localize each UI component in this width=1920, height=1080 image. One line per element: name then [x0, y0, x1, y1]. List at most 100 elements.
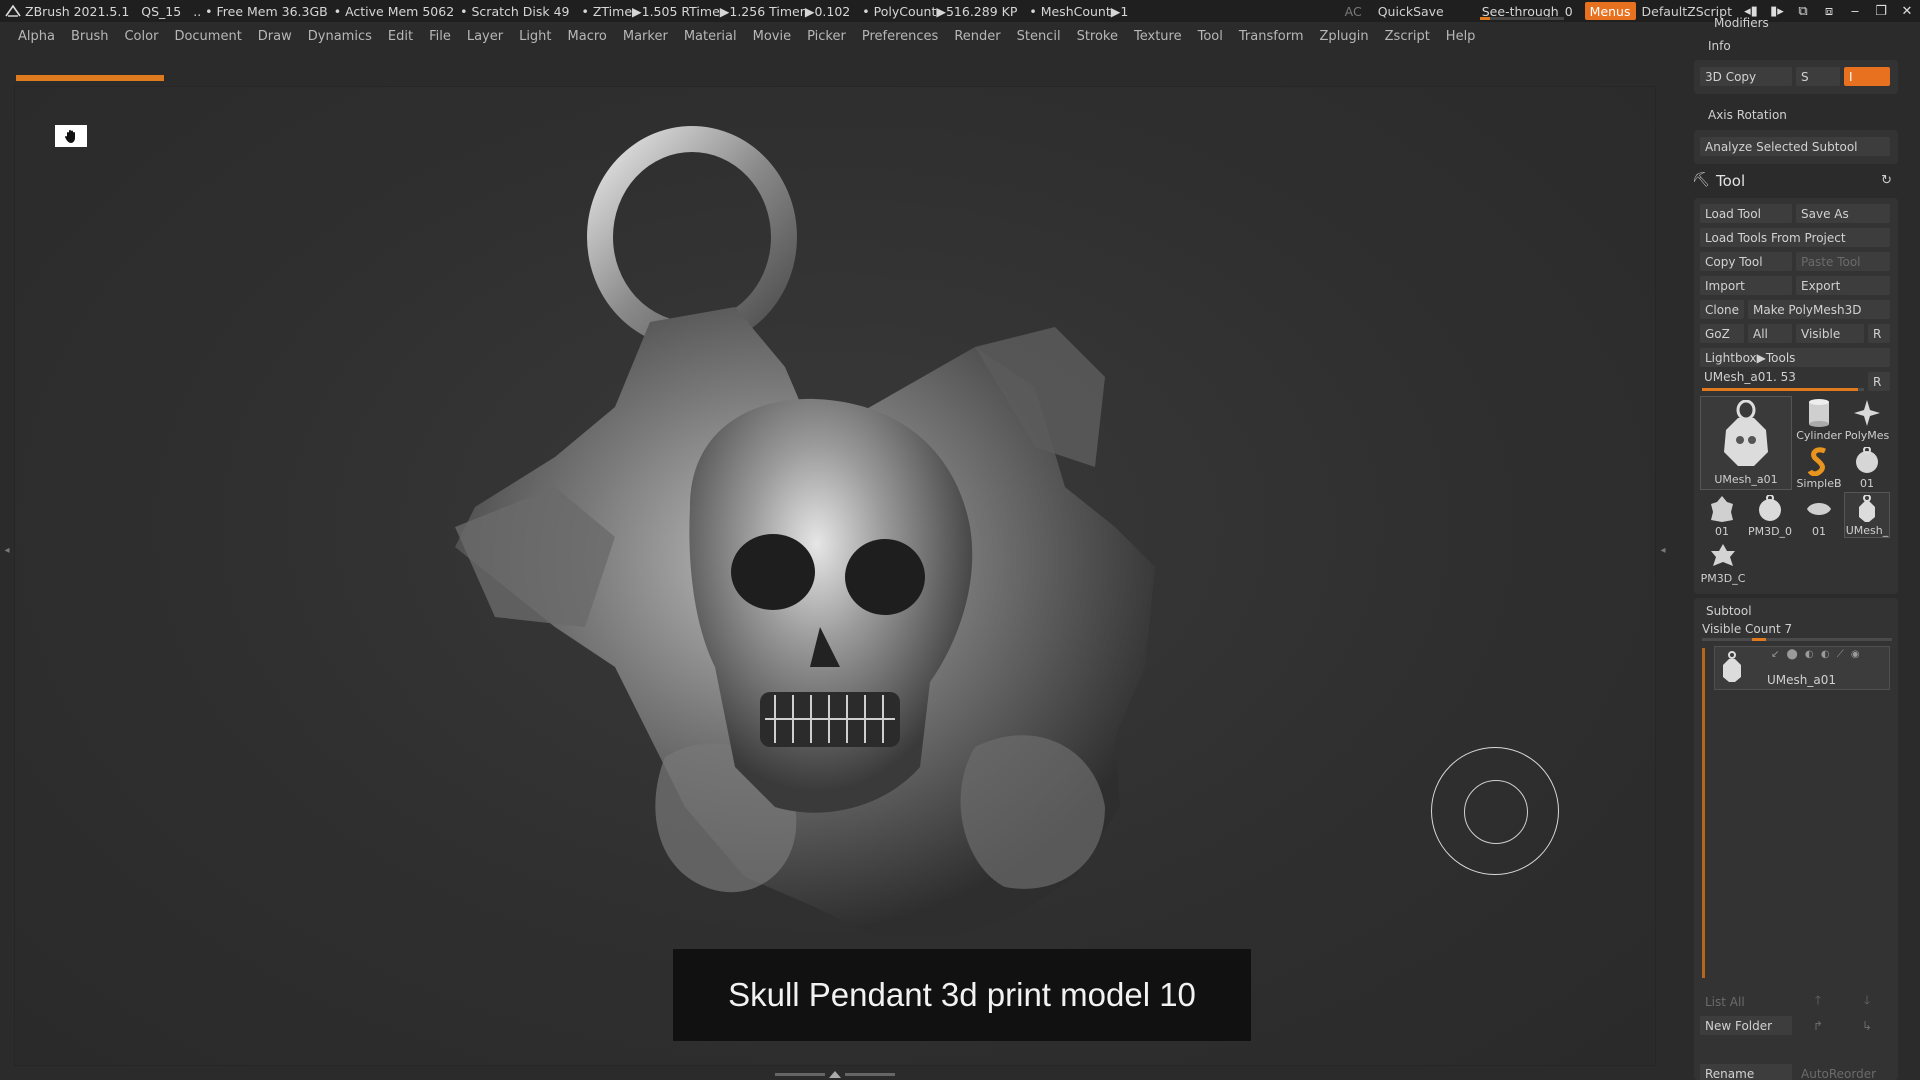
close-icon[interactable]: ✕: [1894, 0, 1920, 22]
menu-texture[interactable]: Texture: [1134, 29, 1182, 44]
modifiers-label[interactable]: Modifiers: [1714, 16, 1769, 30]
menu-light[interactable]: Light: [519, 29, 551, 44]
goz-r-button[interactable]: R: [1868, 324, 1890, 343]
subtool-list-item[interactable]: ↙ ⬤ ◐ ◐ ⟋ ◉ UMesh_a01: [1714, 646, 1890, 690]
menu-preferences[interactable]: Preferences: [862, 29, 938, 44]
menu-picker[interactable]: Picker: [807, 29, 846, 44]
see-through-slider[interactable]: See-through 0: [1474, 0, 1581, 22]
menu-tool[interactable]: Tool: [1198, 29, 1223, 44]
menu-dynamics[interactable]: Dynamics: [308, 29, 372, 44]
transform-subpanel: Modifiers Info 3D Copy S I: [1694, 16, 1898, 120]
minimize-icon[interactable]: ‒: [1842, 0, 1868, 22]
tool-palette-header[interactable]: ⛏ Tool ↻: [1690, 170, 1898, 194]
menu-brush[interactable]: Brush: [71, 29, 109, 44]
menu-stroke[interactable]: Stroke: [1077, 29, 1118, 44]
make-polymesh3d-button[interactable]: Make PolyMesh3D: [1748, 300, 1890, 319]
axis-rotation-label[interactable]: Axis Rotation: [1708, 108, 1787, 122]
tool-thumb-01b[interactable]: 01: [1700, 492, 1744, 538]
export-button[interactable]: Export: [1796, 276, 1890, 295]
tool-palette-title: Tool: [1716, 172, 1746, 190]
tool-thumb-01a[interactable]: 01: [1844, 444, 1890, 490]
quicksave-button[interactable]: QuickSave: [1370, 0, 1452, 22]
move-down-icon[interactable]: 🡓: [1844, 992, 1890, 1011]
import-button[interactable]: Import: [1700, 276, 1792, 295]
copy3d-value-input[interactable]: I: [1844, 67, 1890, 86]
tool-thumb-simplebrush[interactable]: SimpleB: [1796, 444, 1842, 490]
menu-zplugin[interactable]: Zplugin: [1320, 29, 1369, 44]
subtool-scrollbar[interactable]: [1702, 648, 1705, 978]
tool-thumb-cylinder[interactable]: Cylinder: [1796, 396, 1842, 442]
menu-file[interactable]: File: [429, 29, 451, 44]
menu-zscript[interactable]: Zscript: [1385, 29, 1430, 44]
goz-visible-button[interactable]: Visible: [1796, 324, 1864, 343]
umesh-slider-label[interactable]: UMesh_a01. 53: [1704, 370, 1796, 384]
umesh-r-button[interactable]: R: [1868, 372, 1890, 391]
menu-movie[interactable]: Movie: [753, 29, 791, 44]
menu-macro[interactable]: Macro: [568, 29, 607, 44]
tool-thumb-01c[interactable]: 01: [1796, 492, 1842, 538]
menu-alpha[interactable]: Alpha: [18, 29, 55, 44]
menu-layer[interactable]: Layer: [467, 29, 503, 44]
subtool-icons[interactable]: ↙ ⬤ ◐ ◐ ⟋ ◉: [1771, 649, 1862, 660]
move-folder-down-icon[interactable]: ↳: [1844, 1016, 1890, 1035]
tool-thumb-umesh-b[interactable]: UMesh_: [1844, 492, 1890, 538]
umesh-slider-track[interactable]: [1702, 388, 1864, 391]
move-folder-up-icon[interactable]: ↱: [1796, 1016, 1840, 1035]
reset-icon[interactable]: ↻: [1881, 173, 1892, 188]
menu-edit[interactable]: Edit: [388, 29, 413, 44]
list-all-button[interactable]: List All: [1700, 992, 1792, 1011]
new-folder-button[interactable]: New Folder: [1700, 1016, 1792, 1035]
move-up-icon[interactable]: 🡑: [1796, 992, 1840, 1011]
load-tools-from-project-button[interactable]: Load Tools From Project: [1700, 228, 1890, 247]
navigation-gizmo[interactable]: [1431, 747, 1559, 875]
menu-stencil[interactable]: Stencil: [1017, 29, 1061, 44]
menu-material[interactable]: Material: [684, 29, 737, 44]
tool-thumb-pm3dc[interactable]: PM3D_C: [1700, 540, 1746, 586]
goz-button[interactable]: GoZ: [1700, 324, 1744, 343]
skull-pendant-model[interactable]: [415, 107, 1275, 1007]
canvas-viewport[interactable]: Skull Pendant 3d print model 10: [14, 86, 1656, 1066]
goz-all-button[interactable]: All: [1748, 324, 1792, 343]
right-tray: Modifiers Info 3D Copy S I Axis Rotation…: [1690, 16, 1920, 1080]
visible-count-label[interactable]: Visible Count 7: [1702, 622, 1792, 636]
menu-help[interactable]: Help: [1446, 29, 1476, 44]
ac-button[interactable]: AC: [1337, 0, 1370, 22]
menu-document[interactable]: Document: [174, 29, 241, 44]
menu-transform[interactable]: Transform: [1239, 29, 1304, 44]
menu-color[interactable]: Color: [124, 29, 158, 44]
right-tray-toggle-icon[interactable]: ◂: [1659, 490, 1667, 610]
see-through-track: [1479, 17, 1564, 20]
tool-thumb-simplebrush-label: SimpleB: [1796, 477, 1842, 490]
analyze-selected-subtool-button[interactable]: Analyze Selected Subtool: [1700, 137, 1890, 156]
app-version: ZBrush 2021.5.1: [25, 3, 130, 19]
left-eye-socket: [731, 534, 815, 610]
tool-thumb-polymesh[interactable]: PolyMes: [1844, 396, 1890, 442]
menu-draw[interactable]: Draw: [258, 29, 292, 44]
copy-tool-button[interactable]: Copy Tool: [1700, 252, 1792, 271]
visible-count-slider[interactable]: [1702, 638, 1892, 641]
menu-render[interactable]: Render: [954, 29, 1000, 44]
rename-button[interactable]: Rename: [1700, 1064, 1792, 1080]
ui-toggle-icon[interactable]: ⧉: [1790, 0, 1816, 22]
hand-pan-icon[interactable]: [55, 125, 87, 147]
menus-toggle-button[interactable]: Menus: [1584, 2, 1636, 20]
subtool-title[interactable]: Subtool: [1706, 604, 1752, 618]
colorize-icon[interactable]: ⧈: [1816, 0, 1842, 22]
tool-thumb-pm3dc-label: PM3D_C: [1700, 572, 1746, 585]
left-tray-toggle-icon[interactable]: ◂: [4, 490, 10, 610]
clone-button[interactable]: Clone: [1700, 300, 1744, 319]
save-as-button[interactable]: Save As: [1796, 204, 1890, 223]
tool-pin-icon[interactable]: ⛏: [1692, 172, 1710, 188]
bottom-tray-handle[interactable]: [770, 1070, 900, 1078]
info-label[interactable]: Info: [1708, 39, 1731, 53]
autoreorder-button[interactable]: AutoReorder: [1796, 1064, 1890, 1080]
s-button[interactable]: S: [1796, 67, 1840, 86]
tool-thumb-main[interactable]: UMesh_a01: [1700, 396, 1792, 490]
paste-tool-button[interactable]: Paste Tool: [1796, 252, 1890, 271]
menu-marker[interactable]: Marker: [623, 29, 668, 44]
restore-icon[interactable]: ❐: [1868, 0, 1894, 22]
lightbox-tools-button[interactable]: Lightbox▶Tools: [1700, 348, 1890, 367]
load-tool-button[interactable]: Load Tool: [1700, 204, 1792, 223]
3d-copy-button[interactable]: 3D Copy: [1700, 67, 1792, 86]
tool-thumb-pm3d0[interactable]: PM3D_0: [1746, 492, 1794, 538]
